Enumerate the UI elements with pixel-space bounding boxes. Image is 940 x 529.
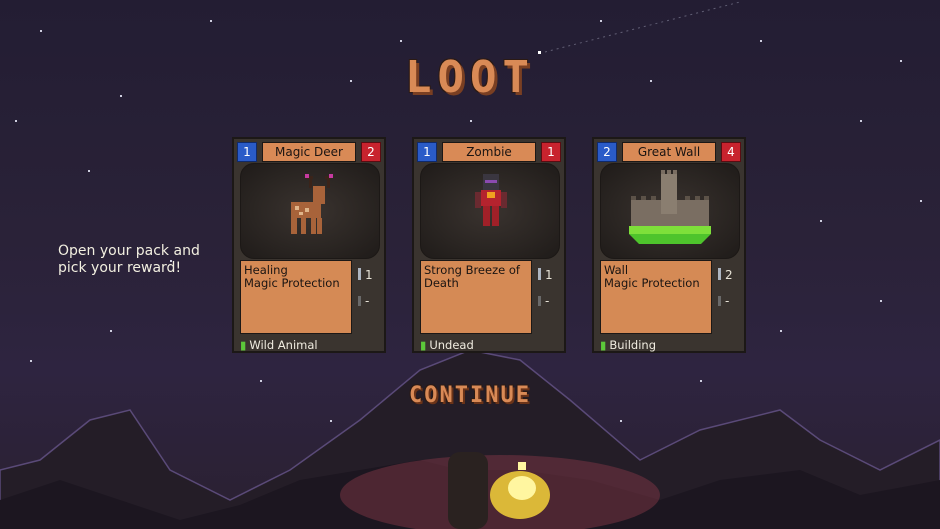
deer-icon <box>291 174 333 234</box>
card-name: Zombie <box>442 142 536 162</box>
loot-title: LOOT <box>405 52 535 103</box>
card-cost: 1 <box>237 142 257 162</box>
zombie-icon <box>475 174 507 226</box>
card-name: Magic Deer <box>262 142 356 162</box>
shield-icon <box>718 296 721 306</box>
sword-icon <box>538 268 541 280</box>
loot-card-magic-deer[interactable]: 1 Magic Deer 2 Healing Magic Protection … <box>232 137 386 353</box>
card-art <box>420 163 560 259</box>
card-type: ▮ Building <box>600 338 656 352</box>
sword-icon <box>718 268 721 280</box>
card-power: 4 <box>721 142 741 162</box>
animal-type-icon: ▮ <box>240 338 247 352</box>
card-power: 2 <box>361 142 381 162</box>
card-stat-primary: 2 <box>718 268 733 282</box>
instruction-text: Open your pack and pick your reward! <box>58 243 200 276</box>
card-name: Great Wall <box>622 142 716 162</box>
card-description: Strong Breeze of Death <box>420 260 532 334</box>
card-art <box>600 163 740 259</box>
building-type-icon: ▮ <box>600 338 607 352</box>
card-stat-primary: 1 <box>358 268 373 282</box>
undead-type-icon: ▮ <box>420 338 427 352</box>
card-type: ▮ Undead <box>420 338 474 352</box>
card-stat-secondary: - <box>718 294 729 308</box>
card-cost: 2 <box>597 142 617 162</box>
card-stat-secondary: - <box>538 294 549 308</box>
shield-icon <box>538 296 541 306</box>
card-type: ▮ Wild Animal <box>240 338 318 352</box>
sword-icon <box>358 268 361 280</box>
continue-button[interactable]: CONTINUE <box>0 383 940 408</box>
shield-icon <box>358 296 361 306</box>
card-art <box>240 163 380 259</box>
card-cost: 1 <box>417 142 437 162</box>
castle-icon <box>629 170 711 244</box>
character-silhouette <box>448 452 488 529</box>
card-description: Wall Magic Protection <box>600 260 712 334</box>
card-stat-secondary: - <box>358 294 369 308</box>
card-stat-primary: 1 <box>538 268 553 282</box>
card-power: 1 <box>541 142 561 162</box>
card-description: Healing Magic Protection <box>240 260 352 334</box>
loot-card-zombie[interactable]: 1 Zombie 1 Strong Breeze of Death 1 - ▮ U… <box>412 137 566 353</box>
loot-card-great-wall[interactable]: 2 Great Wall 4 Wall Magic Protection 2 -… <box>592 137 746 353</box>
